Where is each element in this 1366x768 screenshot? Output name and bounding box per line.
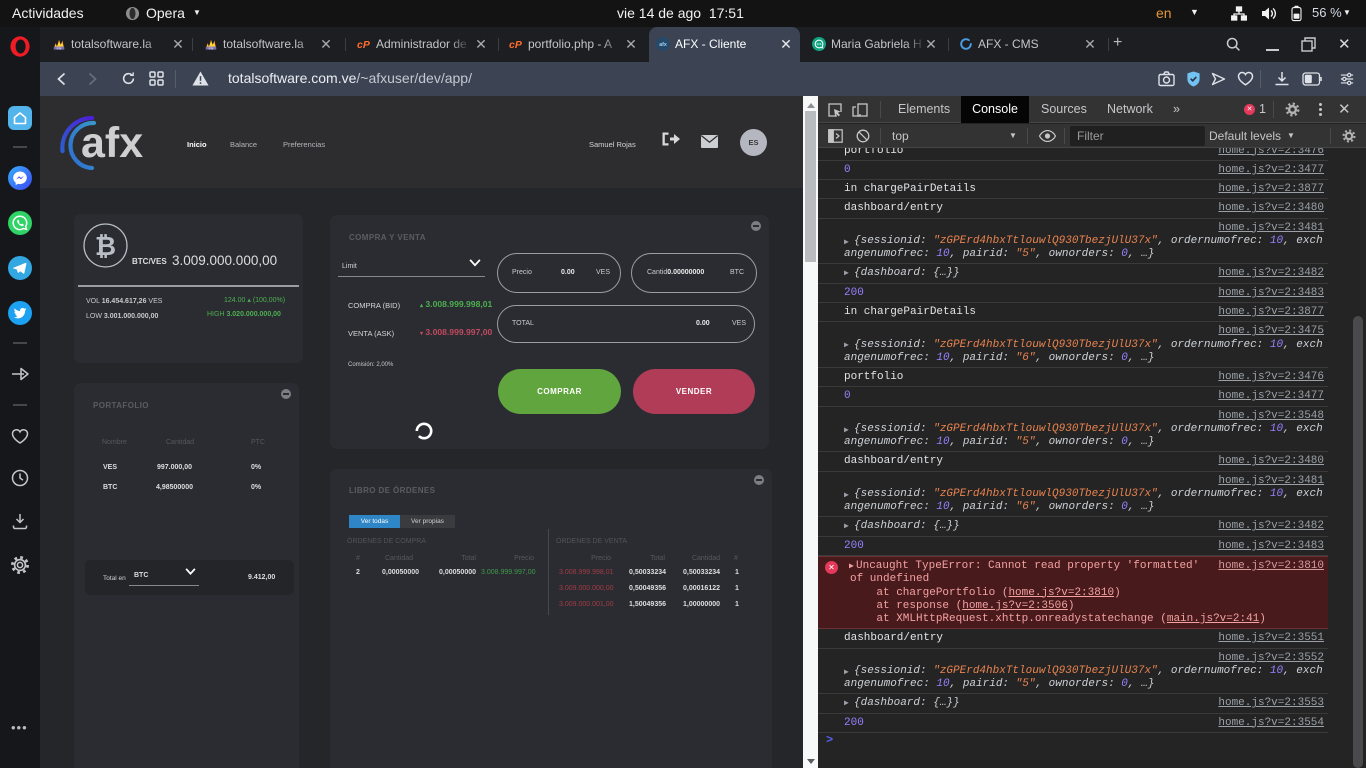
svg-text:afx: afx [659, 42, 667, 48]
svg-text:PSI: PSI [209, 46, 214, 50]
svg-text:afx: afx [81, 119, 143, 167]
svg-text:cP: cP [509, 39, 523, 51]
svg-text:PSI: PSI [57, 46, 62, 50]
svg-text:cP: cP [357, 39, 371, 51]
svg-text:₿: ₿ [95, 231, 116, 261]
